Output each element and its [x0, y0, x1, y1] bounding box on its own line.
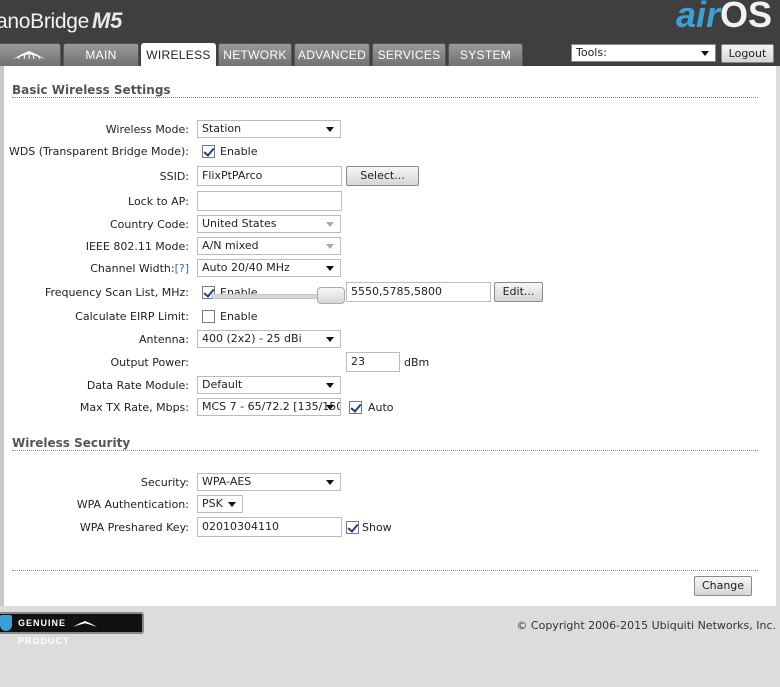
security-value: WPA-AES [202, 475, 252, 488]
brand-model: M5 [92, 8, 123, 33]
channel-width-label-text: Channel Width: [90, 262, 175, 275]
security-select[interactable]: WPA-AES [197, 473, 341, 491]
security-label: Security: [140, 476, 189, 489]
freq-scan-label: Frequency Scan List, MHz: [44, 286, 189, 299]
ieee-mode-select[interactable]: A/N mixed [197, 237, 341, 255]
ieee-mode-value: A/N mixed [202, 239, 259, 252]
max-tx-select[interactable]: MCS 7 - 65/72.2 [135/150] [197, 398, 341, 416]
brand-name: anoBridge [0, 10, 90, 33]
wpa-auth-value: PSK [202, 497, 223, 510]
chevron-down-icon [326, 383, 334, 388]
lock-ap-label: Lock to AP: [128, 195, 189, 208]
output-power-slider-handle[interactable] [317, 287, 345, 304]
ssid-label: SSID: [159, 170, 189, 183]
basic-settings-title: Basic Wireless Settings [12, 83, 171, 97]
tab-ubnt-logo[interactable] [0, 43, 61, 67]
max-tx-auto-checkbox[interactable] [349, 401, 362, 414]
channel-width-value: Auto 20/40 MHz [202, 261, 290, 274]
section-divider [12, 97, 758, 98]
wds-label: WDS (Transparent Bridge Mode): [8, 145, 189, 158]
airos-logo-os: OS [719, 0, 772, 35]
tools-select[interactable]: Tools: [571, 44, 716, 62]
wds-enable-label: Enable [220, 145, 258, 158]
wpa-key-input[interactable]: 02010304110 [197, 517, 342, 537]
genuine-product-badge: GENUINE PRODUCT [0, 612, 144, 646]
antenna-value: 400 (2x2) - 25 dBi [202, 332, 302, 345]
country-code-value: United States [202, 217, 277, 230]
wpa-key-show-checkbox[interactable] [346, 521, 359, 534]
wpa-auth-select[interactable]: PSK [197, 495, 243, 513]
ssid-input[interactable]: FlixPtPArco [197, 166, 342, 186]
ieee-mode-label: IEEE 802.11 Mode: [85, 240, 189, 253]
max-tx-auto-label: Auto [368, 401, 394, 414]
antenna-label: Antenna: [139, 333, 189, 346]
airos-logo-air: air [675, 0, 720, 35]
copyright-text: © Copyright 2006-2015 Ubiquiti Networks,… [516, 619, 776, 632]
wireless-mode-select[interactable]: Station [197, 120, 341, 138]
chevron-down-icon [326, 127, 334, 132]
tab-system[interactable]: SYSTEM [448, 43, 523, 67]
tab-services[interactable]: SERVICES [372, 43, 446, 67]
chevron-down-icon [326, 337, 334, 342]
output-power-label: Output Power: [110, 356, 189, 369]
country-code-select[interactable]: United States [197, 215, 341, 233]
channel-width-select[interactable]: Auto 20/40 MHz [197, 259, 341, 277]
wireless-mode-value: Station [202, 122, 242, 135]
tab-advanced[interactable]: ADVANCED [294, 43, 370, 67]
chevron-down-icon [228, 502, 236, 507]
header: anoBridge M5 airOS MAIN WIRELESS NETWORK … [0, 0, 780, 68]
data-rate-value: Default [202, 378, 243, 391]
ubiquiti-logo-icon [72, 620, 97, 627]
wpa-key-label: WPA Preshared Key: [79, 521, 189, 534]
wpa-key-show-label: Show [362, 521, 392, 534]
section-divider [12, 450, 758, 451]
tab-wireless[interactable]: WIRELESS [141, 43, 216, 68]
wireless-mode-label: Wireless Mode: [105, 123, 189, 136]
channel-width-help-link[interactable]: [?] [175, 262, 189, 275]
data-rate-label: Data Rate Module: [86, 379, 189, 392]
product-brand: anoBridge M5 [0, 8, 122, 34]
freq-scan-input[interactable]: 5550,5785,5800 [346, 282, 491, 302]
tab-network[interactable]: NETWORK [218, 43, 292, 67]
ubiquiti-logo-icon [13, 51, 45, 60]
eirp-checkbox[interactable] [202, 310, 215, 323]
wds-checkbox[interactable] [202, 145, 215, 158]
shield-icon [0, 615, 12, 631]
airos-logo: airOS [676, 0, 772, 36]
max-tx-label: Max TX Rate, Mbps: [79, 401, 189, 414]
eirp-enable-label: Enable [220, 310, 258, 323]
section-divider [12, 570, 758, 571]
eirp-label: Calculate EIRP Limit: [75, 310, 189, 323]
logout-button[interactable]: Logout [721, 44, 774, 63]
wireless-security-title: Wireless Security [12, 436, 131, 450]
lock-ap-input[interactable] [197, 191, 342, 211]
ssid-select-button[interactable]: Select... [346, 166, 419, 186]
output-power-unit: dBm [404, 356, 430, 369]
chevron-down-icon [326, 266, 334, 271]
tools-select-value: Tools: [576, 46, 607, 59]
channel-width-label: Channel Width:[?] [90, 262, 189, 275]
freq-scan-edit-button[interactable]: Edit... [494, 282, 543, 302]
product-text: PRODUCT [18, 636, 70, 646]
settings-panel: Basic Wireless Settings Wireless Mode: S… [0, 66, 776, 606]
country-code-label: Country Code: [109, 218, 189, 231]
chevron-down-icon [326, 480, 334, 485]
chevron-down-icon [326, 405, 334, 410]
chevron-down-icon [326, 222, 334, 227]
data-rate-select[interactable]: Default [197, 376, 341, 394]
antenna-select[interactable]: 400 (2x2) - 25 dBi [197, 330, 341, 348]
tab-main[interactable]: MAIN [63, 43, 139, 67]
chevron-down-icon [701, 51, 709, 56]
genuine-text: GENUINE [18, 618, 67, 628]
chevron-down-icon [326, 244, 334, 249]
max-tx-value: MCS 7 - 65/72.2 [135/150] [202, 400, 341, 413]
output-power-input[interactable]: 23 [346, 352, 400, 372]
change-button[interactable]: Change [694, 576, 752, 596]
wpa-auth-label: WPA Authentication: [76, 498, 189, 511]
